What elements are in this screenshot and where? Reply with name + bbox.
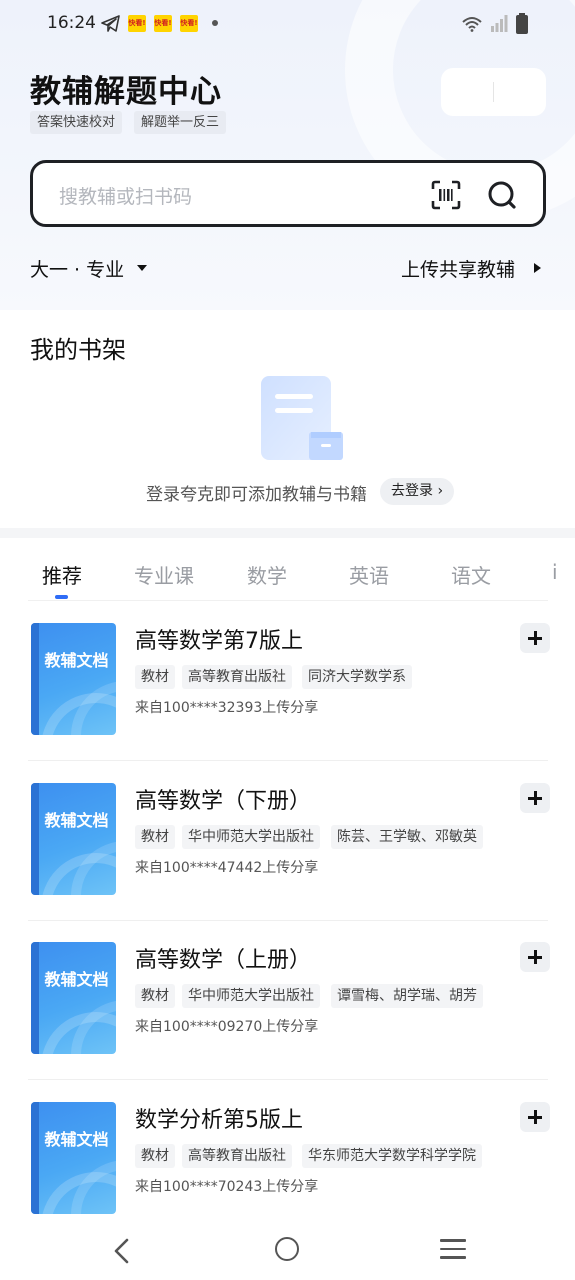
barcode-scan-icon[interactable] <box>431 180 461 210</box>
cover-label: 教辅文档 <box>44 970 109 989</box>
wifi-icon <box>462 17 482 32</box>
signal-icon <box>491 15 508 32</box>
empty-shelf-illustration-icon <box>261 376 343 460</box>
add-to-shelf-button[interactable] <box>520 783 550 813</box>
list-item[interactable]: 教辅文档 高等数学（下册） 教材 华中师范大学出版社 陈芸、王学敏、邓敏英 来自… <box>0 761 575 921</box>
grade-selector[interactable]: 大一 · 专业 <box>30 255 124 282</box>
app-notification-icon: 快看! <box>154 15 172 32</box>
book-cover[interactable]: 教辅文档 <box>31 623 116 735</box>
tab-chinese[interactable]: 语文 <box>451 560 491 589</box>
book-title[interactable]: 高等数学（下册） <box>135 783 311 815</box>
book-title[interactable]: 数学分析第5版上 <box>135 1102 303 1134</box>
feature-tag: 解题举一反三 <box>134 111 227 134</box>
mini-program-capsule[interactable] <box>441 68 546 116</box>
search-bar[interactable]: 搜教辅或扫书码 <box>30 160 546 227</box>
cover-label: 教辅文档 <box>44 1130 109 1149</box>
book-tag: 高等教育出版社 <box>182 665 292 689</box>
book-tag: 谭雪梅、胡学瑞、胡芳 <box>331 984 483 1008</box>
recent-apps-icon[interactable] <box>440 1239 466 1265</box>
book-cover[interactable]: 教辅文档 <box>31 1102 116 1214</box>
book-tag: 教材 <box>135 825 175 849</box>
caret-down-icon[interactable] <box>137 265 147 271</box>
book-tag: 华东师范大学数学科学学院 <box>302 1144 482 1168</box>
book-tag: 教材 <box>135 665 175 689</box>
book-source: 来自100****09270上传分享 <box>135 1019 319 1035</box>
book-tag: 华中师范大学出版社 <box>182 825 320 849</box>
book-tag: 同济大学数学系 <box>302 665 412 689</box>
book-cover[interactable]: 教辅文档 <box>31 783 116 895</box>
page-title: 教辅解题中心 <box>30 74 222 110</box>
search-icon[interactable] <box>486 179 518 211</box>
tab-recommended[interactable]: 推荐 <box>42 560 82 589</box>
app-notification-icon: 快看! <box>128 15 146 32</box>
book-title[interactable]: 高等数学第7版上 <box>135 623 303 655</box>
cover-label: 教辅文档 <box>44 811 109 830</box>
book-tag: 高等教育出版社 <box>182 1144 292 1168</box>
tab-english[interactable]: 英语 <box>349 560 389 589</box>
tab-indicator <box>55 595 68 599</box>
book-tag: 华中师范大学出版社 <box>182 984 320 1008</box>
bookshelf-title: 我的书架 <box>30 336 126 364</box>
upload-share-link[interactable]: 上传共享教辅 <box>401 255 515 282</box>
cover-label: 教辅文档 <box>44 651 109 670</box>
book-source: 来自100****47442上传分享 <box>135 860 319 876</box>
status-bar: 16:24 快看! 快看! 快看! <box>0 0 575 48</box>
book-tag: 教材 <box>135 984 175 1008</box>
book-cover[interactable]: 教辅文档 <box>31 942 116 1054</box>
feature-tag: 答案快速校对 <box>30 111 123 134</box>
list-item[interactable]: 教辅文档 高等数学第7版上 教材 高等教育出版社 同济大学数学系 来自100**… <box>0 601 575 761</box>
tab-major-courses[interactable]: 专业课 <box>134 560 194 589</box>
add-to-shelf-button[interactable] <box>520 1102 550 1132</box>
back-icon[interactable] <box>112 1238 132 1264</box>
battery-icon <box>516 13 528 34</box>
book-source: 来自100****32393上传分享 <box>135 700 319 716</box>
login-button[interactable]: 去登录 › <box>380 478 455 505</box>
section-divider <box>0 528 575 538</box>
book-source: 来自100****70243上传分享 <box>135 1179 319 1195</box>
list-item[interactable]: 教辅文档 高等数学（上册） 教材 华中师范大学出版社 谭雪梅、胡学瑞、胡芳 来自… <box>0 920 575 1080</box>
app-notification-icon: 快看! <box>180 15 198 32</box>
add-to-shelf-button[interactable] <box>520 942 550 972</box>
login-prompt: 登录夸克即可添加教辅与书籍 <box>146 485 367 505</box>
book-tag: 教材 <box>135 1144 175 1168</box>
tab-more[interactable]: i <box>552 560 558 584</box>
home-icon[interactable] <box>275 1237 299 1261</box>
more-notifications-dot <box>212 20 218 26</box>
add-to-shelf-button[interactable] <box>520 623 550 653</box>
caret-right-icon[interactable] <box>534 263 541 273</box>
system-navigation-bar <box>0 1215 575 1280</box>
search-input[interactable]: 搜教辅或扫书码 <box>59 182 192 209</box>
book-title[interactable]: 高等数学（上册） <box>135 942 311 974</box>
book-tag: 陈芸、王学敏、邓敏英 <box>331 825 483 849</box>
status-time: 16:24 <box>47 13 96 33</box>
tab-math[interactable]: 数学 <box>247 560 287 589</box>
telegram-icon <box>101 15 120 32</box>
